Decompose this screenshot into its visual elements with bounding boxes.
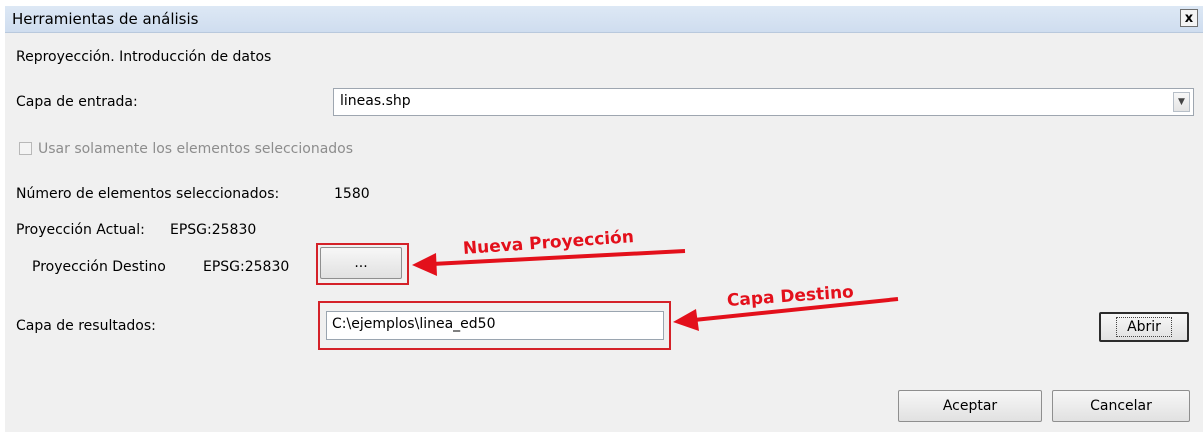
annotation-arrows xyxy=(412,249,899,331)
arrow-target-layer xyxy=(673,297,899,331)
arrow-new-projection xyxy=(412,249,686,276)
